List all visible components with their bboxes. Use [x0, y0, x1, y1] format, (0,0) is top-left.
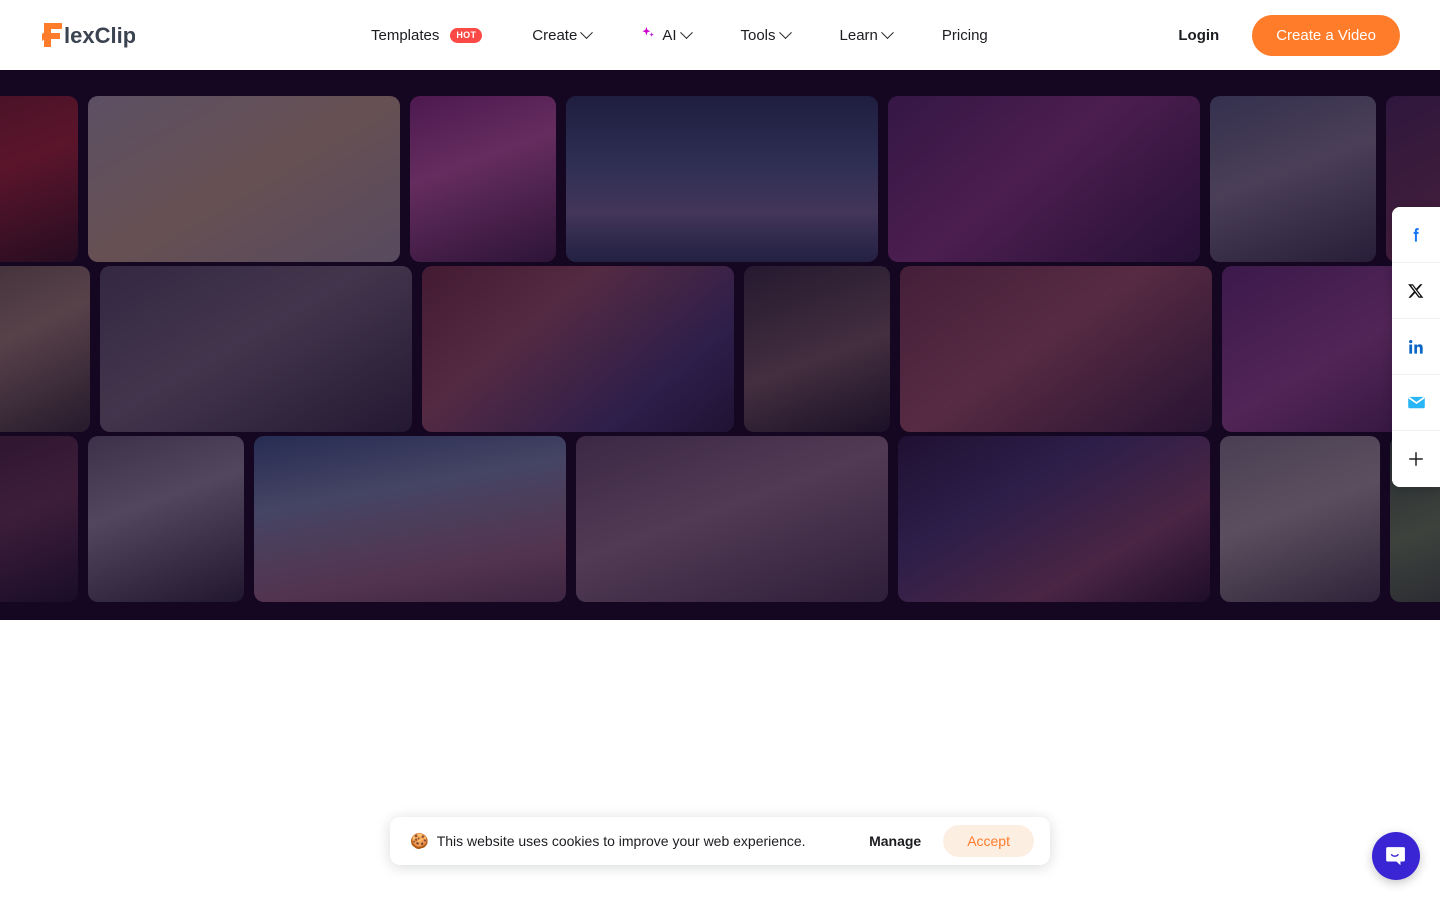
chevron-down-icon	[881, 25, 894, 39]
social-share-rail	[1392, 207, 1440, 487]
nav-label-learn: Learn	[839, 26, 878, 44]
white-puppy-art	[1220, 436, 1380, 602]
nav-item-tools[interactable]: Tools	[741, 0, 808, 70]
cosmic-figure-art	[0, 436, 78, 602]
share-facebook-button[interactable]	[1392, 207, 1440, 263]
astronaut-purple-art	[888, 96, 1200, 262]
nav-item-create[interactable]: Create	[532, 0, 609, 70]
share-more-button[interactable]	[1392, 431, 1440, 487]
sparkles-icon	[641, 26, 657, 42]
dark-hair-woman-thumbnail[interactable]	[744, 266, 890, 432]
header-actions: Login Create a Video	[1155, 0, 1400, 70]
svg-text:lexClip: lexClip	[64, 23, 135, 48]
main-navigation: Templates HOT Create AI Tools Learn Pric…	[371, 0, 1006, 70]
man-portrait-thumbnail[interactable]	[88, 436, 244, 602]
pink-hair-portrait-thumbnail[interactable]	[410, 96, 556, 262]
ai-image-gallery	[0, 70, 1440, 620]
nav-label-ai: AI	[662, 26, 677, 44]
anime-crowd-thumbnail[interactable]	[0, 96, 78, 262]
cookie-accept-button[interactable]: Accept	[943, 825, 1034, 857]
space-explorer-art	[422, 266, 734, 432]
linkedin-icon	[1409, 339, 1423, 354]
chevron-down-icon	[679, 25, 693, 39]
email-icon	[1407, 396, 1425, 409]
chat-bubble-icon	[1386, 847, 1405, 866]
dark-hair-woman-art	[744, 266, 890, 432]
ginger-cat-art	[0, 266, 90, 432]
share-email-button[interactable]	[1392, 375, 1440, 431]
dalmatian-flowers-thumbnail[interactable]	[254, 436, 566, 602]
man-portrait-art	[88, 436, 244, 602]
login-button[interactable]: Login	[1155, 15, 1243, 55]
ginger-cat-thumbnail[interactable]	[0, 266, 90, 432]
anime-crowd-art	[0, 96, 78, 262]
watercolor-bird-art	[88, 96, 400, 262]
cookie-consent-banner: 🍪 This website uses cookies to improve y…	[390, 817, 1050, 865]
gallery-row-1	[0, 96, 1440, 262]
site-header: lexClip Templates HOT Create AI Tools Le…	[0, 0, 1440, 70]
cookie-message: This website uses cookies to improve you…	[436, 833, 806, 849]
cookie-manage-button[interactable]: Manage	[859, 827, 931, 855]
intercom-chat-launcher[interactable]	[1372, 832, 1420, 880]
astronaut-purple-thumbnail[interactable]	[888, 96, 1200, 262]
share-linkedin-button[interactable]	[1392, 319, 1440, 375]
gallery-row-2	[0, 266, 1440, 432]
gallery-row-3	[0, 436, 1440, 602]
strawberry-cake-art	[576, 436, 888, 602]
nav-label-pricing: Pricing	[941, 26, 988, 44]
x-twitter-icon	[1408, 283, 1424, 298]
nav-label-tools: Tools	[740, 26, 776, 44]
galaxy-vortex-art	[898, 436, 1210, 602]
strawberry-cake-thumbnail[interactable]	[576, 436, 888, 602]
nav-item-learn[interactable]: Learn	[840, 0, 910, 70]
hot-badge: HOT	[450, 27, 483, 43]
motorcycle-rain-art	[100, 266, 412, 432]
share-x-button[interactable]	[1392, 263, 1440, 319]
motorcycle-rain-thumbnail[interactable]	[100, 266, 412, 432]
flexclip-logo[interactable]: lexClip	[40, 19, 135, 51]
nav-label-create: Create	[532, 26, 578, 44]
space-explorer-thumbnail[interactable]	[422, 266, 734, 432]
chevron-down-icon	[778, 25, 792, 39]
boy-portrait-art	[1210, 96, 1376, 262]
nav-label-templates: Templates	[371, 26, 440, 44]
boy-portrait-thumbnail[interactable]	[1210, 96, 1376, 262]
pink-hair-portrait-art	[410, 96, 556, 262]
create-a-video-button[interactable]: Create a Video	[1252, 14, 1400, 56]
mountain-lake-thumbnail[interactable]	[566, 96, 878, 262]
galaxy-vortex-thumbnail[interactable]	[898, 436, 1210, 602]
plus-icon	[1409, 452, 1423, 466]
nav-item-ai[interactable]: AI	[641, 0, 708, 70]
white-puppy-thumbnail[interactable]	[1220, 436, 1380, 602]
snowboard-astronaut-art	[900, 266, 1212, 432]
flexclip-landing-page: lexClip Templates HOT Create AI Tools Le…	[0, 0, 1440, 900]
snowboard-astronaut-thumbnail[interactable]	[900, 266, 1212, 432]
watercolor-bird-thumbnail[interactable]	[88, 96, 400, 262]
facebook-icon	[1413, 227, 1419, 242]
mountain-lake-art	[566, 96, 878, 262]
chevron-down-icon	[580, 25, 594, 39]
cookie-icon: 🍪	[410, 832, 429, 850]
dalmatian-flowers-art	[254, 436, 566, 602]
nav-item-pricing[interactable]: Pricing	[942, 0, 1006, 70]
cosmic-figure-thumbnail[interactable]	[0, 436, 78, 602]
nav-item-templates[interactable]: Templates HOT	[371, 0, 500, 70]
